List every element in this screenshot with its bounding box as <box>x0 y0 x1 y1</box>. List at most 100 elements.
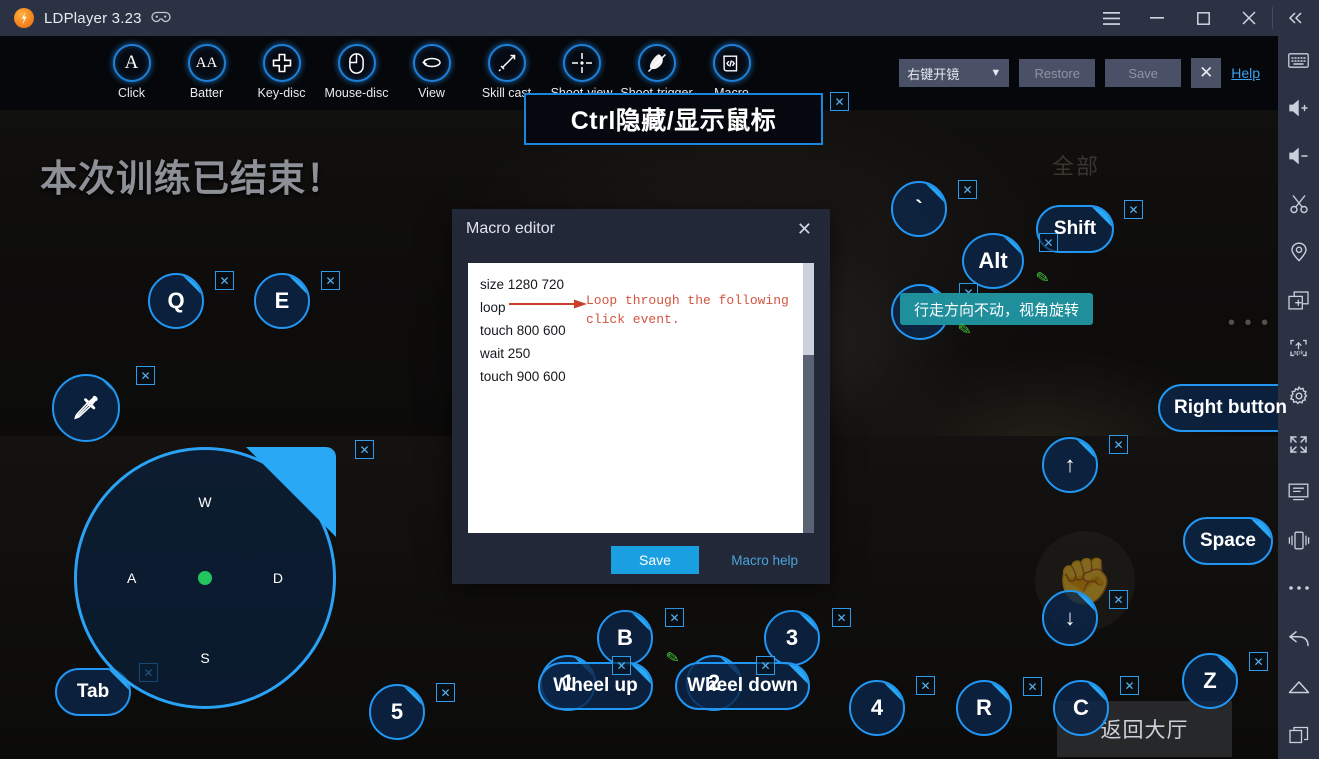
key-z-corner-handle[interactable] <box>1215 655 1236 676</box>
collapse-button[interactable] <box>1273 0 1319 36</box>
mouse-icon <box>337 44 376 82</box>
keymapping-tool-list[interactable]: A Click AA Batter Key-disc Mouse-disc Vi… <box>0 36 769 100</box>
key-wheel-down[interactable]: Wheel down <box>675 662 810 710</box>
key-wheel-down-close-badge[interactable]: ✕ <box>756 656 775 675</box>
key-shift-close-badge[interactable]: ✕ <box>1124 200 1143 219</box>
key-e-close-badge[interactable]: ✕ <box>321 271 340 290</box>
key-4-close-badge[interactable]: ✕ <box>916 676 935 695</box>
home-icon[interactable] <box>1278 663 1319 711</box>
macro-save-button[interactable]: Save <box>611 546 699 574</box>
macro-editor-dialog[interactable]: Macro editor ✕ size 1280 720 loop touch 80… <box>452 209 830 584</box>
menu-button[interactable] <box>1088 0 1134 36</box>
keymap-actions[interactable]: 右键开镜 ▼ Restore Save ✕ Help <box>899 36 1278 88</box>
maximize-button[interactable] <box>1180 0 1226 36</box>
tool-shoot-trigger[interactable]: Shoot-trigger <box>619 36 694 100</box>
ellipsis-icon: • • • <box>1228 312 1271 334</box>
close-icon[interactable]: ✕ <box>791 217 818 242</box>
key-5-corner-handle[interactable] <box>402 686 423 707</box>
key-alt[interactable]: Alt <box>962 233 1024 289</box>
key-r-close-badge[interactable]: ✕ <box>1023 677 1042 696</box>
save-keymap-button[interactable]: Save <box>1105 59 1182 87</box>
shake-icon[interactable] <box>1278 516 1319 564</box>
restore-button[interactable]: Restore <box>1019 59 1096 87</box>
key-4[interactable]: 4 <box>849 680 905 736</box>
macro-help-link[interactable]: Macro help <box>731 553 798 568</box>
key-e-corner-handle[interactable] <box>287 275 308 296</box>
macro-editor-scrollbar[interactable] <box>803 263 814 533</box>
screen-record-icon[interactable] <box>1278 468 1319 516</box>
joystick-corner-handle[interactable] <box>246 447 336 537</box>
rotate-view-icon <box>412 44 451 82</box>
key-3-close-badge[interactable]: ✕ <box>832 608 851 627</box>
window-controls[interactable] <box>1088 0 1319 36</box>
key-z-close-badge[interactable]: ✕ <box>1249 652 1268 671</box>
back-icon[interactable] <box>1278 615 1319 663</box>
key-z[interactable]: Z <box>1182 653 1238 709</box>
tooltip-close-badge[interactable]: ✕ <box>830 92 849 111</box>
multi-instance-icon[interactable] <box>1278 276 1319 324</box>
key-r-corner-handle[interactable] <box>989 682 1010 703</box>
close-button[interactable] <box>1226 0 1272 36</box>
key-5-close-badge[interactable]: ✕ <box>436 683 455 702</box>
tool-view[interactable]: View <box>394 36 469 100</box>
macro-editor-title: Macro editor <box>466 220 555 237</box>
key-5[interactable]: 5 <box>369 684 425 740</box>
key-backquote-corner-handle[interactable] <box>924 183 945 204</box>
key-knife-close-badge[interactable]: ✕ <box>136 366 155 385</box>
macro-script-textarea[interactable]: size 1280 720 loop touch 800 600 wait 250 to… <box>468 263 814 533</box>
tool-click[interactable]: A Click <box>94 36 169 100</box>
key-knife-label: 🗡 <box>72 395 100 420</box>
key-space[interactable]: Space <box>1183 517 1273 565</box>
key-arrow-down[interactable]: ↓ <box>1042 590 1098 646</box>
minimize-button[interactable] <box>1134 0 1180 36</box>
key-wheel-up-close-badge[interactable]: ✕ <box>612 656 631 675</box>
key-r[interactable]: R <box>956 680 1012 736</box>
tool-macro[interactable]: Macro <box>694 36 769 100</box>
keymap-help-link[interactable]: Help <box>1231 65 1260 81</box>
key-4-corner-handle[interactable] <box>882 682 903 703</box>
fullscreen-icon[interactable] <box>1278 420 1319 468</box>
key-knife-corner-handle[interactable] <box>97 376 118 397</box>
tool-key-disc[interactable]: Key-disc <box>244 36 319 100</box>
volume-down-icon[interactable] <box>1278 132 1319 180</box>
macro-editor-scroll-thumb[interactable] <box>803 355 814 533</box>
key-arrow-down-close-badge[interactable]: ✕ <box>1109 590 1128 609</box>
key-c-close-badge[interactable]: ✕ <box>1120 676 1139 695</box>
key-q-close-badge[interactable]: ✕ <box>215 271 234 290</box>
joystick-center-dot[interactable] <box>198 571 212 585</box>
scissors-icon[interactable] <box>1278 180 1319 228</box>
ldplayer-logo <box>14 8 34 28</box>
apk-install-icon[interactable]: apk <box>1278 324 1319 372</box>
key-e[interactable]: E <box>254 273 310 329</box>
tool-skill-cast[interactable]: Skill cast <box>469 36 544 100</box>
tool-shoot-view[interactable]: Shoot-view <box>544 36 619 100</box>
key-backquote[interactable]: ` <box>891 181 947 237</box>
volume-up-icon[interactable] <box>1278 84 1319 132</box>
movement-joystick[interactable]: W A D S <box>74 447 336 709</box>
macro-editor-header: Macro editor ✕ <box>452 209 830 249</box>
key-backquote-close-badge[interactable]: ✕ <box>958 180 977 199</box>
location-icon[interactable] <box>1278 228 1319 276</box>
key-wheel-up[interactable]: Wheel up <box>538 662 653 710</box>
key-b-close-badge[interactable]: ✕ <box>665 608 684 627</box>
scheme-select[interactable]: 右键开镜 ▼ <box>899 59 1010 87</box>
tool-batter[interactable]: AA Batter <box>169 36 244 100</box>
joystick-close-badge[interactable]: ✕ <box>355 440 374 459</box>
key-c[interactable]: C <box>1053 680 1109 736</box>
key-arrow-up-close-badge[interactable]: ✕ <box>1109 435 1128 454</box>
tool-mouse-disc[interactable]: Mouse-disc <box>319 36 394 100</box>
key-arrow-up[interactable]: ↑ <box>1042 437 1098 493</box>
title-bar[interactable]: LDPlayer 3.23 <box>0 0 1319 36</box>
key-arrow-up-corner-handle[interactable] <box>1075 439 1096 460</box>
key-arrow-down-corner-handle[interactable] <box>1075 592 1096 613</box>
key-3-corner-handle[interactable] <box>797 612 818 633</box>
key-b-corner-handle[interactable] <box>630 612 651 633</box>
key-q-label: Q <box>167 288 185 313</box>
recents-icon[interactable] <box>1278 711 1319 759</box>
key-q[interactable]: Q <box>148 273 204 329</box>
close-keymap-button[interactable]: ✕ <box>1191 58 1222 88</box>
key-knife[interactable]: 🗡 <box>52 374 120 442</box>
key-c-corner-handle[interactable] <box>1086 682 1107 703</box>
more-icon[interactable] <box>1278 564 1319 612</box>
keyboard-icon[interactable] <box>1278 36 1319 84</box>
